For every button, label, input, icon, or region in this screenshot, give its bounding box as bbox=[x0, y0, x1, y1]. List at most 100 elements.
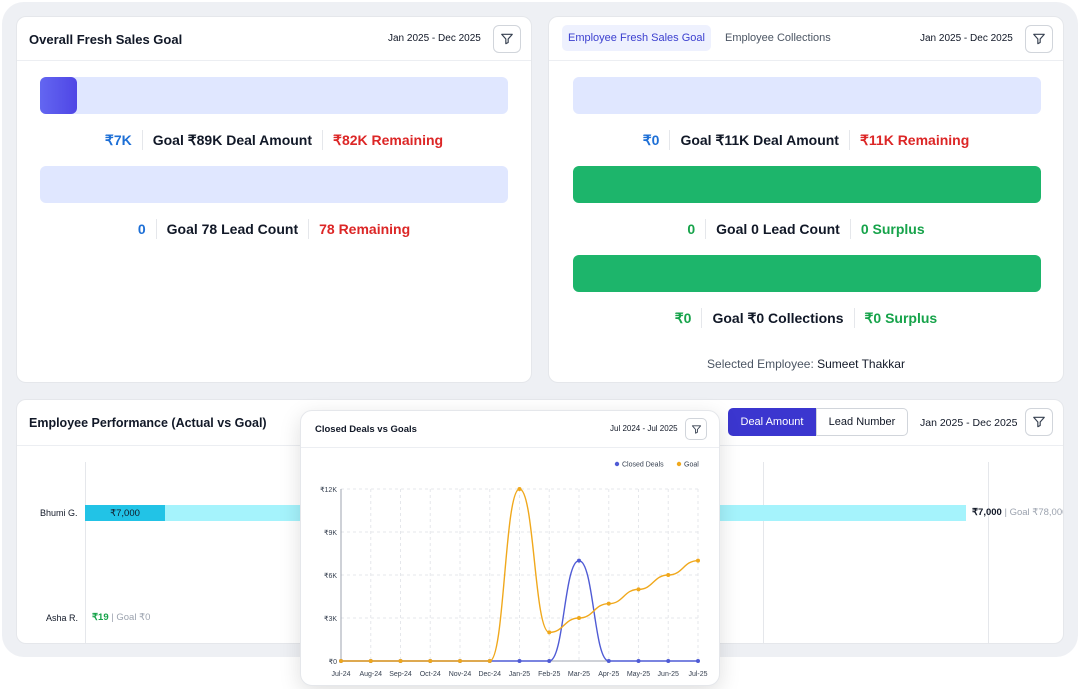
summary-goal: Goal ₹0 bbox=[116, 612, 151, 623]
legend-goal-swatch bbox=[676, 461, 682, 467]
goal-point bbox=[428, 659, 433, 663]
gridline bbox=[988, 462, 989, 643]
filter-icon bbox=[1033, 33, 1045, 45]
date-range[interactable]: Jan 2025 - Dec 2025 bbox=[920, 417, 1017, 429]
deal-stats: ₹7K Goal ₹89K Deal Amount ₹82K Remaining bbox=[17, 130, 531, 150]
actual-bar-label: ₹7,000 bbox=[110, 507, 140, 519]
collections-progress-bar bbox=[573, 255, 1041, 292]
y-tick-label: ₹0 bbox=[329, 658, 337, 666]
deal-goal: Goal ₹89K Deal Amount bbox=[152, 131, 313, 148]
deal-actual: ₹0 bbox=[642, 131, 660, 148]
goal-point bbox=[398, 659, 403, 663]
card-header: Closed Deals vs Goals Jul 2024 - Jul 202… bbox=[301, 411, 719, 448]
lead-surplus: 0 Surplus bbox=[860, 221, 925, 237]
y-tick-label: ₹3K bbox=[324, 615, 337, 623]
filter-button[interactable] bbox=[685, 418, 707, 440]
card-header: Employee Fresh Sales Goal Employee Colle… bbox=[549, 17, 1063, 61]
y-tick-label: ₹6K bbox=[324, 572, 337, 580]
goal-point bbox=[487, 659, 492, 663]
x-tick-label: May-25 bbox=[627, 671, 650, 678]
deal-stats: ₹0 Goal ₹11K Deal Amount ₹11K Remaining bbox=[549, 130, 1063, 150]
date-range[interactable]: Jan 2025 - Dec 2025 bbox=[920, 33, 1013, 44]
tab-employee-collections[interactable]: Employee Collections bbox=[719, 25, 837, 51]
closed-deals-point bbox=[547, 659, 552, 663]
card-title: Closed Deals vs Goals bbox=[315, 424, 417, 435]
filter-button[interactable] bbox=[1025, 408, 1053, 436]
performance-summary: ₹19 | Goal ₹0 bbox=[92, 612, 150, 623]
lead-actual: 0 bbox=[137, 221, 146, 237]
goal-point bbox=[696, 558, 700, 563]
gridline bbox=[763, 462, 764, 643]
lead-goal: Goal 78 Lead Count bbox=[166, 221, 299, 237]
x-tick-label: Nov-24 bbox=[449, 671, 472, 678]
closed-deals-chart: ₹0 ₹3K ₹6K ₹9K ₹12K Jul-24 Aug-24 Sep-24 Oct-24 N… bbox=[320, 461, 708, 679]
goal-point bbox=[577, 616, 581, 620]
lead-number-toggle[interactable]: Lead Number bbox=[816, 408, 908, 436]
closed-deals-point bbox=[606, 659, 611, 663]
filter-icon bbox=[691, 424, 701, 434]
x-tick-label: Dec-24 bbox=[478, 671, 501, 678]
card-title: Employee Performance (Actual vs Goal) bbox=[29, 416, 267, 430]
summary-actual: ₹7,000 bbox=[972, 507, 1002, 518]
gridline bbox=[85, 462, 86, 643]
deal-amount-toggle[interactable]: Deal Amount bbox=[728, 408, 816, 436]
closed-deals-card: Closed Deals vs Goals Jul 2024 - Jul 202… bbox=[300, 410, 720, 686]
filter-icon bbox=[1033, 416, 1045, 428]
employee-name: Asha R. bbox=[46, 613, 79, 623]
closed-deals-point bbox=[636, 659, 641, 663]
deal-goal: Goal ₹11K Deal Amount bbox=[680, 131, 839, 148]
performance-summary: ₹7,000 | Goal ₹78,000 bbox=[972, 507, 1064, 518]
x-tick-label: Jan-25 bbox=[509, 671, 531, 678]
y-tick-label: ₹9K bbox=[324, 529, 337, 537]
goal-point bbox=[368, 659, 373, 663]
closed-deals-point bbox=[517, 659, 522, 663]
collections-goal: Goal ₹0 Collections bbox=[712, 309, 844, 326]
y-tick-label: ₹12K bbox=[320, 486, 337, 494]
filter-button[interactable] bbox=[1025, 25, 1053, 53]
date-range[interactable]: Jan 2025 - Dec 2025 bbox=[388, 33, 481, 44]
tab-employee-fresh-sales-goal[interactable]: Employee Fresh Sales Goal bbox=[562, 25, 711, 51]
closed-deals-point bbox=[696, 659, 700, 663]
legend-goal-label: Goal bbox=[684, 462, 699, 469]
x-tick-label: Jun-25 bbox=[658, 671, 680, 678]
x-tick-label: Feb-25 bbox=[538, 671, 560, 678]
x-tick-label: Oct-24 bbox=[420, 671, 441, 678]
selected-employee-label: Selected Employee: bbox=[707, 357, 814, 371]
deal-actual: ₹7K bbox=[104, 131, 132, 148]
closed-deals-point bbox=[666, 659, 671, 663]
actual-bar: ₹7,000 bbox=[85, 505, 165, 521]
date-range[interactable]: Jul 2024 - Jul 2025 bbox=[610, 424, 678, 433]
lead-remaining: 78 Remaining bbox=[319, 221, 411, 237]
employee-name: Bhumi G. bbox=[40, 508, 78, 518]
legend-closed-deals-swatch bbox=[614, 461, 620, 467]
deal-progress-bar bbox=[40, 77, 508, 114]
lead-stats: 0 Goal 78 Lead Count 78 Remaining bbox=[17, 219, 531, 239]
deal-progress-fill bbox=[40, 77, 78, 114]
goal-point bbox=[547, 630, 552, 635]
deal-remaining: ₹82K Remaining bbox=[333, 131, 444, 148]
deal-progress-bar bbox=[573, 77, 1041, 114]
lead-progress-bar bbox=[40, 166, 508, 203]
goal-point bbox=[517, 487, 522, 491]
goal-point bbox=[666, 573, 671, 577]
summary-goal: Goal ₹78,000 bbox=[1009, 507, 1064, 518]
overall-sales-card: Overall Fresh Sales Goal Jan 2025 - Dec … bbox=[16, 16, 532, 383]
goal-point bbox=[339, 659, 343, 663]
lead-stats: 0 Goal 0 Lead Count 0 Surplus bbox=[549, 219, 1063, 239]
employee-goal-card: Employee Fresh Sales Goal Employee Colle… bbox=[548, 16, 1064, 383]
goal-point bbox=[606, 601, 611, 606]
lead-goal: Goal 0 Lead Count bbox=[716, 221, 840, 237]
filter-button[interactable] bbox=[493, 25, 521, 53]
x-tick-label: Aug-24 bbox=[359, 671, 382, 678]
collections-actual: ₹0 bbox=[674, 309, 692, 326]
collections-surplus: ₹0 Surplus bbox=[864, 309, 938, 326]
legend-closed-deals-label: Closed Deals bbox=[622, 462, 664, 469]
x-tick-label: Sep-24 bbox=[389, 671, 412, 678]
x-tick-label: Jul-25 bbox=[688, 671, 707, 678]
closed-deals-point bbox=[577, 558, 581, 563]
goal-point bbox=[458, 659, 462, 663]
x-tick-label: Mar-25 bbox=[568, 671, 590, 678]
collections-stats: ₹0 Goal ₹0 Collections ₹0 Surplus bbox=[549, 308, 1063, 328]
summary-actual: ₹19 bbox=[92, 612, 109, 623]
lead-actual: 0 bbox=[687, 221, 696, 237]
